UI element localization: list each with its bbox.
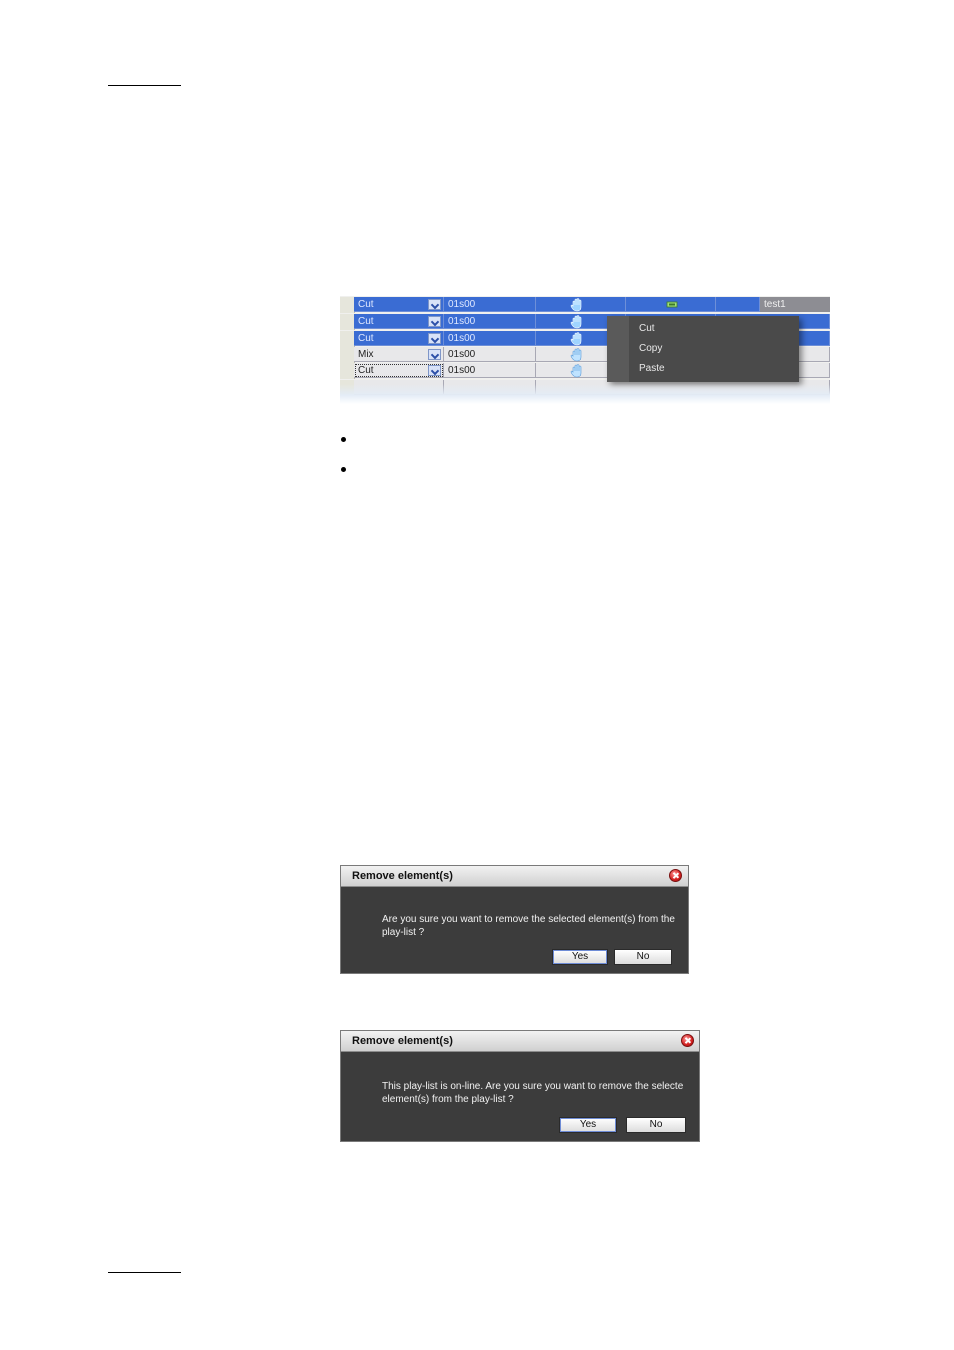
chevron-down-icon[interactable] (428, 316, 441, 327)
remove-elements-online-dialog: Remove element(s) This play-list is on-l… (340, 1030, 700, 1142)
clip-icon (666, 301, 678, 308)
bullet-point (341, 467, 346, 472)
duration-cell[interactable]: 01s00 (444, 314, 536, 329)
chevron-down-icon[interactable] (428, 365, 441, 376)
table-row[interactable]: Cut 01s00 test1 (340, 297, 830, 313)
dialog-title: Remove element(s) (341, 866, 688, 887)
menu-item-cut[interactable]: Cut (639, 321, 655, 337)
header-rule (108, 85, 181, 86)
dialog-title: Remove element(s) (341, 1031, 699, 1052)
transition-label: Cut (358, 316, 374, 327)
chevron-down-icon[interactable] (428, 333, 441, 344)
no-button[interactable]: No (626, 1117, 686, 1133)
duration-label: 01s00 (448, 349, 476, 360)
footer-rule (108, 1272, 181, 1273)
menu-item-paste[interactable]: Paste (639, 361, 665, 377)
context-menu: Cut Copy Paste (607, 316, 799, 382)
chevron-down-icon[interactable] (428, 299, 441, 310)
yes-button[interactable]: Yes (552, 949, 608, 965)
close-icon[interactable] (669, 869, 682, 882)
menu-item-copy[interactable]: Copy (639, 341, 662, 357)
no-button[interactable]: No (614, 949, 672, 965)
duration-cell[interactable]: 01s00 (444, 347, 536, 362)
yes-button[interactable]: Yes (559, 1117, 617, 1133)
name-cell[interactable]: test1 (760, 297, 830, 312)
playlist-grid-screenshot: Cut 01s00 test1 Cut 01s00 Cut 01s00 Mix … (340, 296, 830, 404)
hand-icon (570, 315, 582, 329)
close-icon[interactable] (681, 1034, 694, 1047)
transition-label: Cut (358, 299, 374, 310)
duration-cell[interactable]: 01s00 (444, 297, 536, 312)
hand-icon (570, 332, 582, 346)
duration-cell[interactable]: 01s00 (444, 331, 536, 346)
remove-elements-dialog: Remove element(s) Are you sure you want … (340, 865, 689, 974)
duration-label: 01s00 (448, 365, 476, 376)
duration-label: 01s00 (448, 333, 476, 344)
transition-label: Cut (358, 365, 374, 376)
hand-icon (570, 348, 582, 362)
duration-cell[interactable]: 01s00 (444, 363, 536, 378)
duration-label: 01s00 (448, 299, 476, 310)
chevron-down-icon[interactable] (428, 349, 441, 360)
transition-label: Mix (358, 349, 374, 360)
hand-icon (570, 298, 582, 312)
bullet-point (341, 437, 346, 442)
transition-label: Cut (358, 333, 374, 344)
hand-icon (570, 364, 582, 378)
dialog-message: This play-list is on-line. Are you sure … (382, 1081, 684, 1105)
dialog-message: Are you sure you want to remove the sele… (382, 914, 675, 938)
duration-label: 01s00 (448, 316, 476, 327)
